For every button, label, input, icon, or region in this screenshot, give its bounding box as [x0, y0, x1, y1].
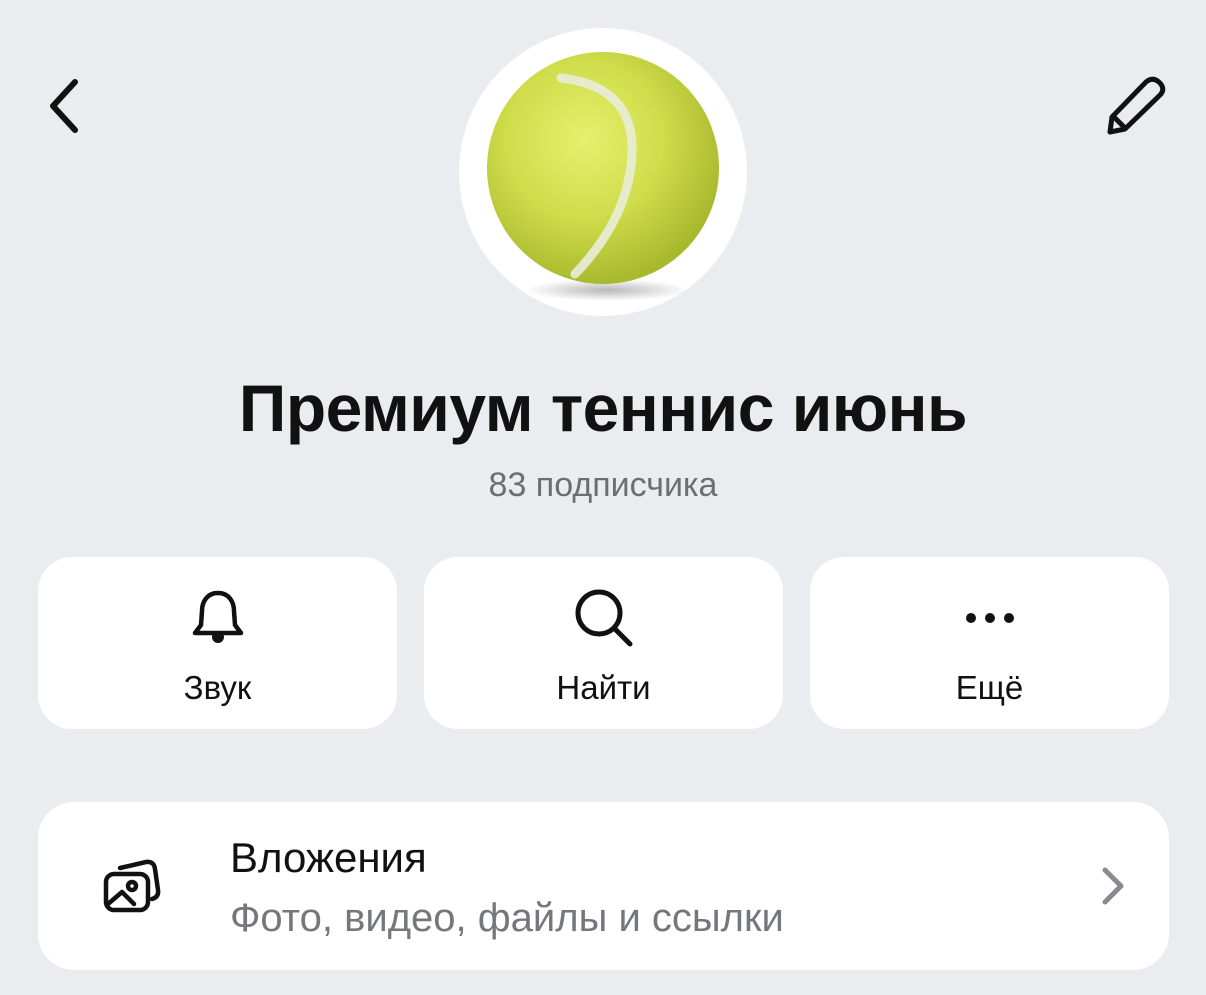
search-button[interactable]: Найти — [424, 557, 783, 729]
chevron-right-icon — [1102, 867, 1124, 905]
channel-title: Премиум теннис июнь — [238, 371, 968, 445]
pencil-icon — [1107, 76, 1166, 135]
back-button[interactable] — [30, 66, 100, 146]
tennis-ball-image — [487, 52, 719, 301]
edit-button[interactable] — [1090, 66, 1180, 146]
chevron-left-icon — [50, 79, 78, 133]
more-label: Ещё — [955, 669, 1024, 706]
channel-avatar[interactable] — [459, 28, 747, 316]
more-button[interactable]: Ещё — [810, 557, 1169, 729]
attachments-subtitle: Фото, видео, файлы и ссылки — [230, 896, 784, 940]
search-label: Найти — [556, 669, 651, 706]
channel-profile-screen: Премиум теннис июнь 83 подписчика Звук Н… — [0, 0, 1206, 995]
subscriber-count: 83 подписчика — [488, 466, 718, 504]
media-gallery-icon — [103, 859, 161, 913]
bell-icon — [192, 590, 243, 643]
action-buttons: Звук Найти Ещё — [38, 557, 1169, 729]
sound-button[interactable]: Звук — [38, 557, 397, 729]
attachments-row[interactable]: Вложения Фото, видео, файлы и ссылки — [38, 802, 1169, 970]
more-dots-icon — [965, 613, 1014, 623]
search-icon — [575, 589, 632, 647]
attachments-title: Вложения — [230, 834, 427, 881]
sound-label: Звук — [183, 669, 252, 706]
